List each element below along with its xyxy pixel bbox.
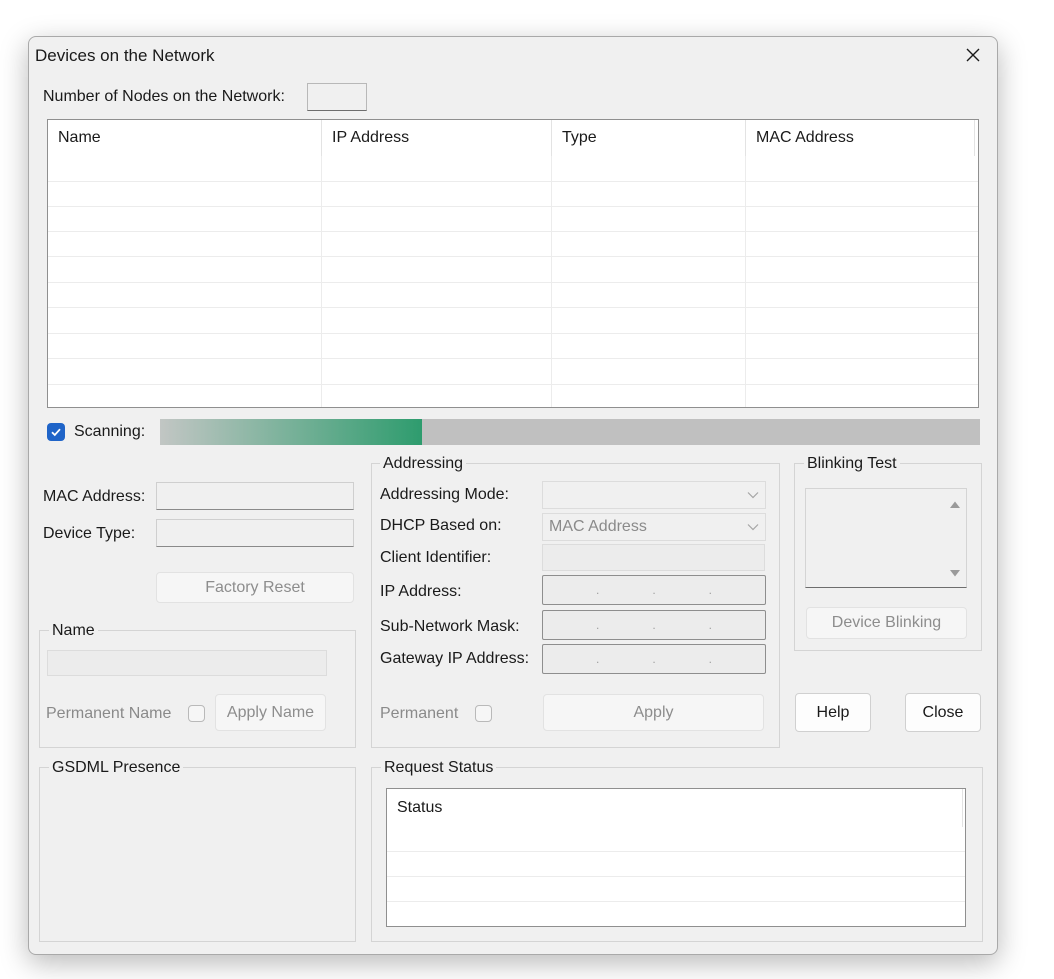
- ip-address-label: IP Address:: [380, 583, 462, 600]
- scanning-checkbox[interactable]: [47, 423, 65, 441]
- table-row[interactable]: [48, 384, 978, 407]
- gsdml-presence-title: GSDML Presence: [49, 759, 184, 777]
- column-header-ip-address[interactable]: IP Address: [322, 120, 552, 156]
- help-button[interactable]: Help: [795, 693, 871, 732]
- column-header-name[interactable]: Name: [48, 120, 322, 156]
- devices-table[interactable]: Name IP Address Type MAC Address: [47, 119, 979, 408]
- addressing-mode-label: Addressing Mode:: [380, 486, 509, 503]
- addressing-title: Addressing: [380, 455, 467, 473]
- column-header-type[interactable]: Type: [552, 120, 746, 156]
- permanent-label: Permanent: [380, 705, 459, 722]
- table-row[interactable]: [48, 358, 978, 383]
- device-name-input[interactable]: [47, 650, 327, 676]
- scroll-up-icon[interactable]: [949, 500, 961, 509]
- scanning-progress-bar: [160, 419, 980, 445]
- client-identifier-field[interactable]: [542, 544, 765, 571]
- sub-network-mask-label: Sub-Network Mask:: [380, 618, 520, 635]
- scroll-down-icon[interactable]: [949, 569, 961, 578]
- close-icon[interactable]: [955, 39, 991, 71]
- gateway-ip-address-field[interactable]: ...: [542, 644, 766, 674]
- request-status-table[interactable]: Status: [386, 788, 966, 927]
- blinking-test-title: Blinking Test: [804, 455, 900, 473]
- table-row[interactable]: [387, 876, 965, 901]
- ip-address-field[interactable]: ...: [542, 575, 766, 605]
- dhcp-based-on-select[interactable]: MAC Address: [542, 513, 766, 541]
- table-row[interactable]: [387, 851, 965, 876]
- gateway-ip-address-label: Gateway IP Address:: [380, 650, 530, 667]
- column-header-mac-address[interactable]: MAC Address: [746, 120, 975, 156]
- column-header-status[interactable]: Status: [387, 789, 963, 827]
- table-row[interactable]: [48, 333, 978, 358]
- table-row[interactable]: [48, 181, 978, 206]
- table-row[interactable]: [48, 307, 978, 332]
- factory-reset-button[interactable]: Factory Reset: [156, 572, 354, 603]
- gsdml-presence-group: [39, 767, 356, 942]
- dhcp-based-on-value: MAC Address: [549, 518, 647, 535]
- client-identifier-label: Client Identifier:: [380, 549, 492, 566]
- scrollbar[interactable]: [944, 489, 966, 587]
- checkmark-icon: [51, 428, 61, 437]
- mac-address-field: [156, 482, 354, 510]
- table-row[interactable]: [48, 231, 978, 256]
- close-button[interactable]: Close: [905, 693, 981, 732]
- apply-name-button[interactable]: Apply Name: [215, 694, 326, 731]
- dhcp-based-on-label: DHCP Based on:: [380, 517, 502, 534]
- mac-address-label: MAC Address:: [43, 488, 146, 505]
- permanent-name-label: Permanent Name: [46, 705, 172, 722]
- table-row[interactable]: [48, 206, 978, 231]
- progress-fill: [160, 419, 423, 445]
- name-group-title: Name: [49, 622, 98, 640]
- sub-network-mask-field[interactable]: ...: [542, 610, 766, 640]
- table-row[interactable]: [387, 901, 965, 926]
- blinking-list[interactable]: [805, 488, 967, 588]
- chevron-down-icon: [747, 524, 759, 531]
- devices-dialog: Devices on the Network Number of Nodes o…: [28, 36, 998, 955]
- permanent-name-checkbox[interactable]: [188, 705, 205, 722]
- table-row[interactable]: [48, 282, 978, 307]
- addressing-mode-select[interactable]: [542, 481, 766, 509]
- nodes-count-field: [307, 83, 367, 111]
- table-row[interactable]: [48, 256, 978, 281]
- window-title: Devices on the Network: [35, 46, 215, 65]
- nodes-label: Number of Nodes on the Network:: [43, 88, 285, 105]
- device-blinking-button[interactable]: Device Blinking: [806, 607, 967, 639]
- apply-button[interactable]: Apply: [543, 694, 764, 731]
- device-type-label: Device Type:: [43, 525, 136, 542]
- chevron-down-icon: [747, 492, 759, 499]
- permanent-checkbox[interactable]: [475, 705, 492, 722]
- request-status-title: Request Status: [381, 759, 497, 777]
- device-type-field: [156, 519, 354, 547]
- scanning-label: Scanning:: [74, 423, 146, 440]
